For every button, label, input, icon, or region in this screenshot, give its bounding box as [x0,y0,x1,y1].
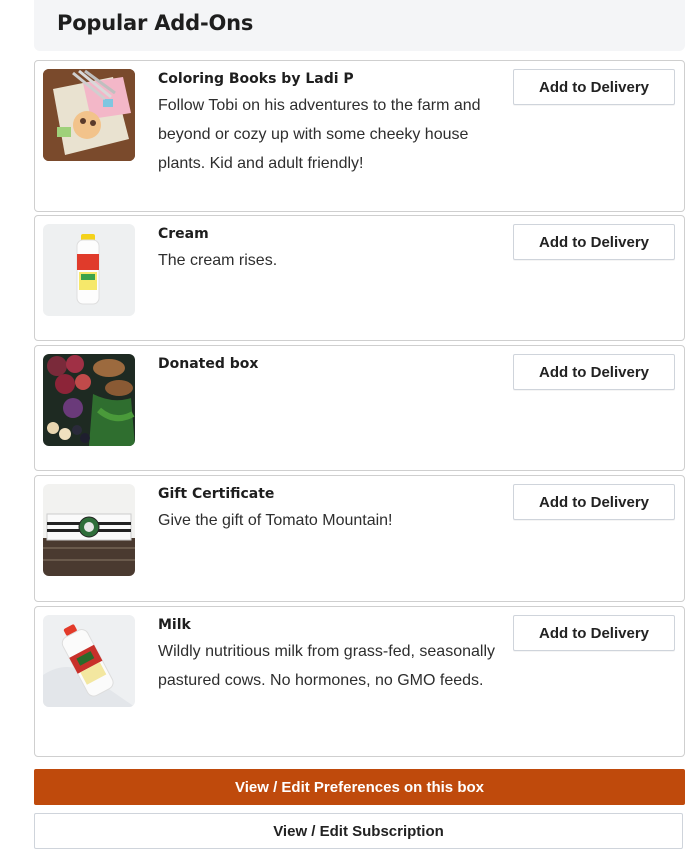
addon-card-donated-box: Donated box Add to Delivery [34,345,685,471]
view-edit-subscription-button[interactable]: View / Edit Subscription [34,813,683,849]
addon-title[interactable]: Gift Certificate [158,486,274,502]
product-image-donated-box[interactable] [43,354,135,446]
addon-description: Wildly nutritious milk from grass-fed, s… [158,643,495,689]
add-to-delivery-button[interactable]: Add to Delivery [513,615,675,651]
addon-description: The cream rises. [158,252,278,269]
add-to-delivery-button[interactable]: Add to Delivery [513,69,675,105]
addon-title[interactable]: Cream [158,226,209,242]
addon-title[interactable]: Donated box [158,356,258,372]
section-title: Popular Add-Ons [57,11,254,35]
addon-card-gift-certificate: Gift Certificate Give the gift of Tomato… [34,475,685,602]
product-image-milk[interactable] [43,615,135,707]
product-image-coloring-books[interactable] [43,69,135,161]
product-image-cream[interactable] [43,224,135,316]
addon-description: Follow Tobi on his adventures to the far… [158,97,481,172]
addon-title[interactable]: Coloring Books by Ladi P [158,71,354,87]
add-to-delivery-button[interactable]: Add to Delivery [513,354,675,390]
addon-card-cream: Cream The cream rises. Add to Delivery [34,215,685,341]
add-to-delivery-button[interactable]: Add to Delivery [513,224,675,260]
addon-description: Give the gift of Tomato Mountain! [158,512,393,529]
addon-card-milk: Milk Wildly nutritious milk from grass-f… [34,606,685,757]
add-to-delivery-button[interactable]: Add to Delivery [513,484,675,520]
popular-addons-header: Popular Add-Ons [34,0,685,51]
addon-title[interactable]: Milk [158,617,191,633]
addon-card-coloring-books: Coloring Books by Ladi P Follow Tobi on … [34,60,685,212]
view-edit-preferences-button[interactable]: View / Edit Preferences on this box [34,769,685,805]
product-image-gift-certificate[interactable] [43,484,135,576]
